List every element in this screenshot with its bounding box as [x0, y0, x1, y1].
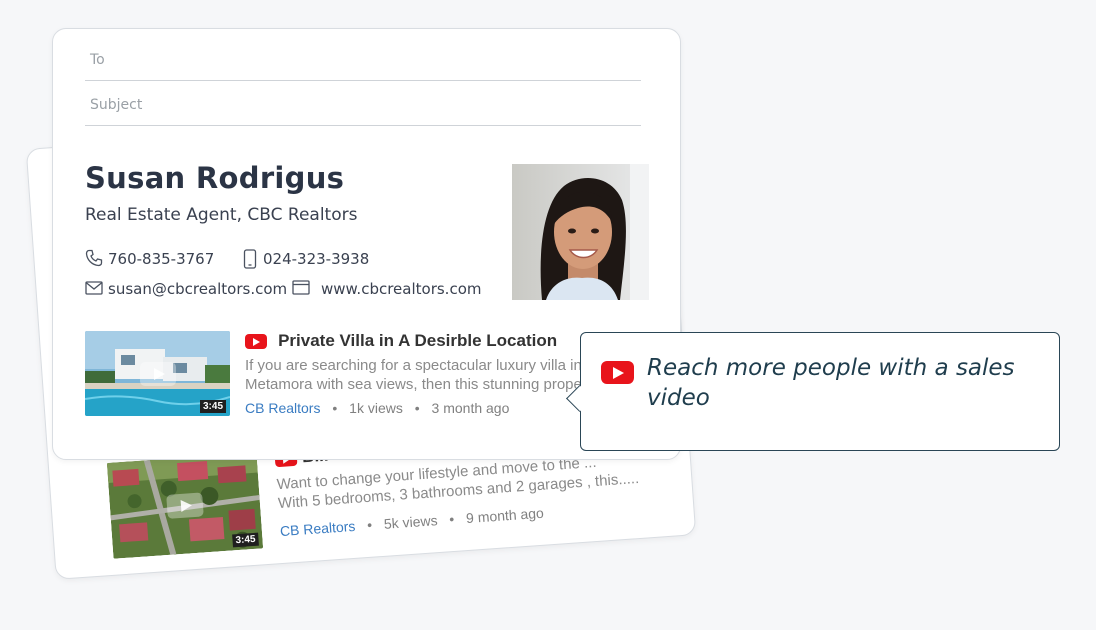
- channel-link[interactable]: CB Realtors: [245, 400, 320, 416]
- video-thumbnail-1[interactable]: 3:45: [85, 331, 230, 416]
- mail-icon: [85, 281, 103, 295]
- view-count: 5k views: [383, 512, 439, 532]
- website-link[interactable]: www.cbcrealtors.com: [321, 280, 481, 298]
- play-icon: [166, 492, 204, 519]
- phone-icon: [85, 249, 103, 267]
- phone-number[interactable]: 760-835-3767: [108, 250, 214, 268]
- to-label: To: [90, 52, 105, 68]
- mobile-number[interactable]: 024-323-3938: [263, 250, 369, 268]
- subject-field[interactable]: Subject: [85, 79, 641, 126]
- youtube-icon: [245, 334, 267, 349]
- play-icon: [139, 361, 176, 386]
- video-meta: CB Realtors • 1k views • 3 month ago: [245, 400, 509, 416]
- profile-photo: [512, 164, 649, 300]
- youtube-icon: [601, 361, 634, 384]
- separator-dot: •: [414, 400, 420, 416]
- video-description-line-2: Metamora with sea views, then this stunn…: [245, 376, 580, 393]
- video-description-line-1: If you are searching for a spectacular l…: [245, 357, 580, 374]
- browser-icon: [292, 280, 310, 295]
- callout-text: Reach more people with a sales video: [647, 355, 1015, 411]
- separator-dot: •: [332, 400, 338, 416]
- separator-dot: •: [448, 510, 455, 528]
- upload-age: 9 month ago: [465, 504, 545, 527]
- video-title-row-1: Private Villa in A Desirble Location: [245, 331, 557, 351]
- callout-tooltip: Reach more people with a sales video: [566, 332, 1060, 451]
- to-field[interactable]: To: [85, 34, 641, 81]
- separator-dot: •: [366, 516, 373, 533]
- upload-age: 3 month ago: [431, 400, 510, 416]
- view-count: 1k views: [349, 400, 403, 416]
- video-thumbnail-2[interactable]: 3:45: [106, 452, 264, 559]
- video-title[interactable]: Private Villa in A Desirble Location: [278, 331, 557, 350]
- channel-link[interactable]: CB Realtors: [279, 518, 355, 539]
- video-duration: 3:45: [199, 400, 226, 413]
- subject-label: Subject: [90, 97, 143, 113]
- video-duration: 3:45: [232, 532, 259, 548]
- signature-title: Real Estate Agent, CBC Realtors: [85, 205, 358, 225]
- email-address[interactable]: susan@cbcrealtors.com: [108, 280, 287, 298]
- mobile-icon: [243, 249, 257, 269]
- video-description: If you are searching for a spectacular l…: [245, 356, 580, 394]
- signature-name: Susan Rodrigus: [85, 161, 345, 195]
